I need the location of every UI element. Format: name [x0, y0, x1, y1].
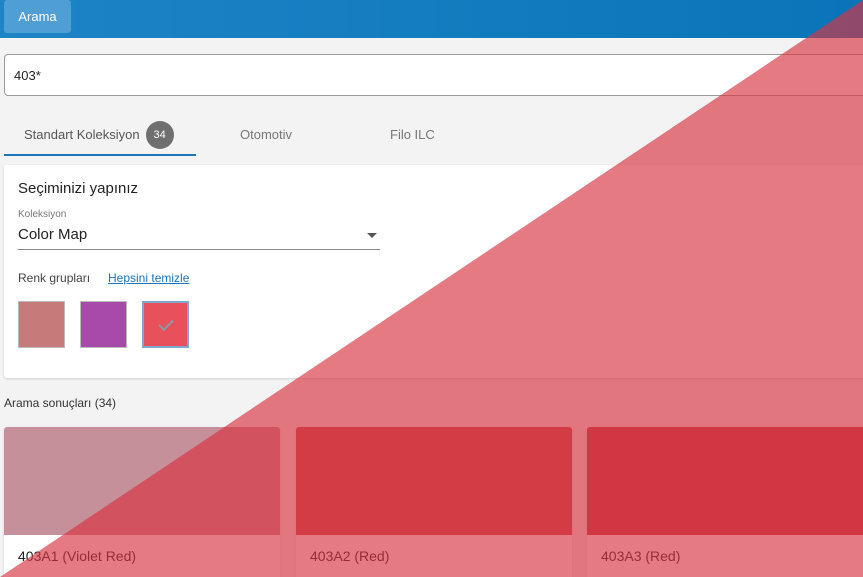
search-box[interactable]: [4, 54, 863, 96]
collection-value: Color Map: [18, 226, 88, 243]
tab-fleet-ilc[interactable]: Filo ILC: [390, 114, 435, 155]
color-group-swatch[interactable]: [80, 301, 127, 348]
collection-tabs: Standart Koleksiyon 34 Otomotiv Filo ILC: [4, 114, 863, 156]
tab-automotive[interactable]: Otomotiv: [240, 114, 292, 155]
result-card[interactable]: 403A2 (Red): [296, 427, 572, 577]
count-badge: 34: [145, 120, 174, 149]
tab-label: Standart Koleksiyon: [24, 127, 140, 142]
collection-select[interactable]: Color Map: [18, 223, 380, 250]
panel-title: Seçiminizi yapınız: [18, 180, 139, 197]
color-preview: [296, 427, 572, 535]
result-card[interactable]: 403A1 (Violet Red): [4, 427, 280, 577]
results-title: Arama sonuçları (34): [4, 396, 117, 410]
clear-all-link[interactable]: Hepsini temizle: [108, 271, 189, 285]
result-card[interactable]: 403A3 (Red): [587, 427, 863, 577]
tab-label: Filo ILC: [390, 127, 435, 142]
result-label: 403A3 (Red): [601, 548, 681, 564]
top-bar: Arama: [0, 0, 863, 38]
search-input[interactable]: [5, 55, 863, 95]
result-label: 403A2 (Red): [310, 548, 390, 564]
color-groups-label: Renk grupları: [18, 271, 91, 285]
color-group-swatch-selected[interactable]: [142, 301, 189, 348]
result-label: 403A1 (Violet Red): [18, 548, 137, 564]
search-tab-button[interactable]: Arama: [4, 0, 71, 33]
chevron-down-icon: [367, 233, 377, 238]
color-group-swatch[interactable]: [18, 301, 65, 348]
color-preview: [4, 427, 280, 535]
tab-standard-collection[interactable]: Standart Koleksiyon 34: [4, 114, 196, 156]
check-icon: [157, 315, 174, 331]
filter-panel: Seçiminizi yapınız Koleksiyon Color Map …: [4, 165, 863, 378]
color-preview: [587, 427, 863, 535]
tab-label: Otomotiv: [240, 127, 293, 142]
collection-label: Koleksiyon: [18, 209, 67, 220]
